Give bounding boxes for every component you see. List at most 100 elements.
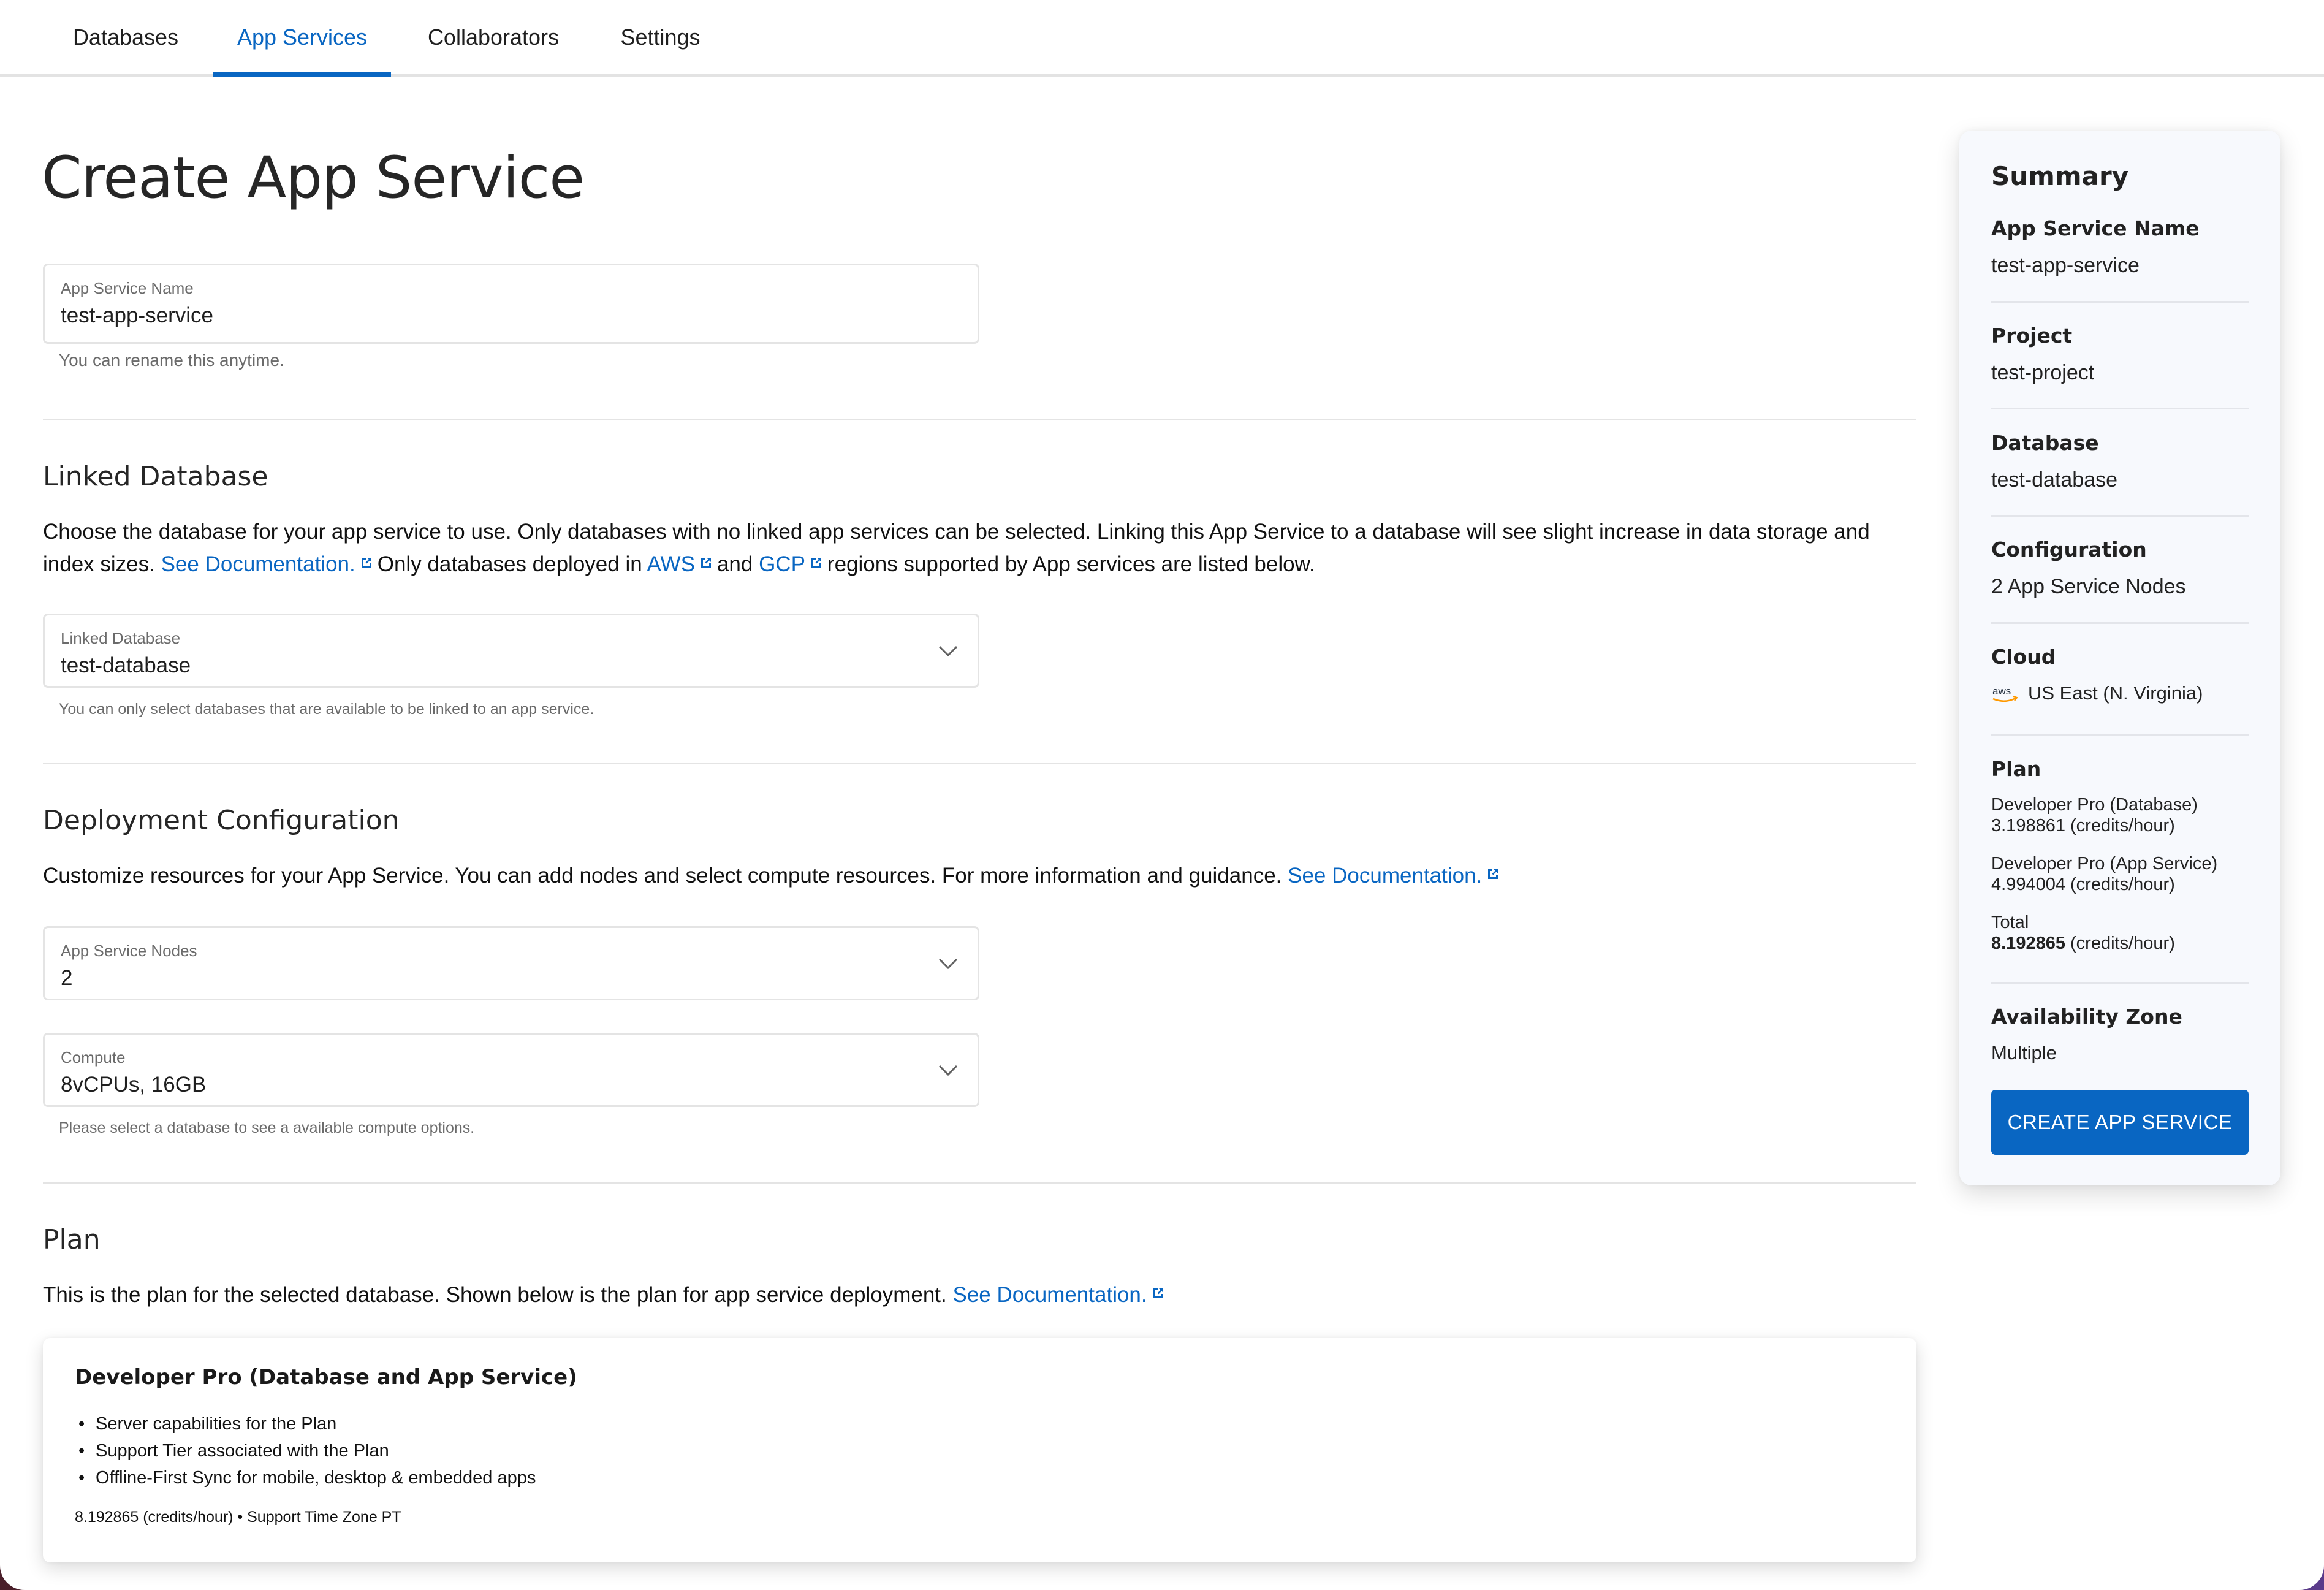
plan-description: This is the plan for the selected databa… [43,1279,1924,1311]
page-title: Create App Service [42,145,585,211]
summary-divider [1991,734,2249,736]
summary-label: Cloud [1991,645,2056,669]
summary-plan-total: Total 8.192865 (credits/hour) [1991,912,2249,954]
deployment-doc-link[interactable]: See Documentation. [1288,864,1504,888]
app-service-name-input[interactable]: App Service Name test-app-service [43,264,979,344]
plan-db-rate: 3.198861 (credits/hour) [1991,816,2175,835]
chevron-down-icon[interactable] [937,956,959,971]
summary-divider [1991,515,2249,517]
plan-card: Developer Pro (Database and App Service)… [43,1338,1916,1562]
plan-total-unit: (credits/hour) [2065,934,2175,953]
summary-app-service-name: App Service Name test-app-service [1991,216,2249,278]
summary-title: Summary [1991,161,2129,191]
plan-feature-item: Offline-First Sync for mobile, desktop &… [75,1464,536,1491]
summary-cloud-value: aws US East (N. Virginia) [1991,682,2249,706]
tab-app-services[interactable]: App Services [213,0,391,77]
summary-divider [1991,301,2249,303]
plan-title: Plan [43,1224,101,1255]
top-tab-bar: Databases App Services Collaborators Set… [0,0,2324,77]
svg-text:aws: aws [1992,685,2011,697]
tab-settings[interactable]: Settings [607,0,714,74]
summary-label: Configuration [1991,538,2147,561]
summary-plan: Plan Developer Pro (Database) 3.198861 (… [1991,757,2249,954]
external-link-icon [811,558,821,568]
app-service-nodes-label: App Service Nodes [61,941,197,960]
summary-database: Database test-database [1991,431,2249,492]
plan-feature-item: Server capabilities for the Plan [75,1410,536,1437]
deployment-description: Customize resources for your App Service… [43,859,1924,892]
chevron-down-icon[interactable] [937,1063,959,1078]
summary-cloud: Cloud aws US East (N. Virginia) [1991,645,2249,706]
linked-database-helper: You can only select databases that are a… [59,701,594,718]
linked-database-text-2: Only databases deployed in [377,552,647,576]
summary-label: Database [1991,431,2099,455]
gcp-link-label: GCP [759,552,805,576]
tab-databases[interactable]: Databases [61,0,190,74]
summary-plan-app-service: Developer Pro (App Service) 4.994004 (cr… [1991,853,2249,895]
app-service-name-helper: You can rename this anytime. [59,351,284,370]
section-divider [43,763,1916,764]
plan-app-rate: 4.994004 (credits/hour) [1991,875,2175,894]
external-link-icon [1153,1288,1163,1298]
chevron-down-icon[interactable] [937,644,959,658]
summary-label: App Service Name [1991,216,2200,240]
plan-doc-link[interactable]: See Documentation. [952,1283,1169,1307]
plan-feature-list: Server capabilities for the Plan Support… [75,1410,536,1491]
summary-value: test-project [1991,361,2095,384]
compute-helper: Please select a database to see a availa… [59,1119,475,1136]
summary-configuration: Configuration 2 App Service Nodes [1991,538,2249,599]
compute-select[interactable]: Compute 8vCPUs, 16GB [43,1033,979,1107]
cloud-region: US East (N. Virginia) [2028,682,2203,704]
plan-card-title: Developer Pro (Database and App Service) [75,1365,577,1390]
plan-text: This is the plan for the selected databa… [43,1283,953,1307]
summary-divider [1991,622,2249,624]
summary-value: Multiple [1991,1042,2057,1063]
plan-db-name: Developer Pro (Database) [1991,795,2198,815]
aws-logo-icon: aws [1992,685,2018,702]
plan-total-label: Total [1991,913,2029,932]
doc-link-label: See Documentation. [161,552,355,576]
section-divider [43,419,1916,420]
summary-label: Plan [1991,757,2041,781]
gcp-link[interactable]: GCP [759,552,827,576]
summary-divider [1991,408,2249,409]
summary-value: test-database [1991,468,2118,492]
linked-database-doc-link[interactable]: See Documentation. [161,552,378,576]
app-service-nodes-select[interactable]: App Service Nodes 2 [43,926,979,1000]
doc-link-label: See Documentation. [1288,864,1483,888]
summary-divider [1991,982,2249,984]
linked-database-field-value: test-database [61,653,191,677]
doc-link-label: See Documentation. [952,1283,1147,1307]
linked-database-description: Choose the database for your app service… [43,515,1924,580]
app-service-name-value[interactable]: test-app-service [61,303,213,328]
summary-label: Project [1991,324,2073,348]
create-app-service-button[interactable]: CREATE APP SERVICE [1991,1090,2249,1155]
section-divider [43,1182,1916,1184]
linked-database-text-3: and [716,552,759,576]
summary-value: test-app-service [1991,254,2140,277]
deployment-text: Customize resources for your App Service… [43,864,1288,888]
linked-database-text-4: regions supported by App services are li… [827,552,1315,576]
external-link-icon [361,558,371,568]
plan-feature-item: Support Tier associated with the Plan [75,1437,536,1464]
app-service-nodes-value: 2 [61,966,73,990]
summary-availability-zone: Availability Zone Multiple [1991,1005,2249,1064]
linked-database-select[interactable]: Linked Database test-database [43,614,979,688]
compute-value: 8vCPUs, 16GB [61,1073,207,1097]
summary-value: 2 App Service Nodes [1991,575,2186,598]
tab-collaborators[interactable]: Collaborators [417,0,570,74]
plan-total-value: 8.192865 [1991,934,2065,953]
linked-database-field-label: Linked Database [61,629,181,647]
summary-panel: Summary App Service Name test-app-servic… [1959,131,2280,1185]
aws-link[interactable]: AWS [647,552,717,576]
external-link-icon [701,558,711,568]
summary-project: Project test-project [1991,324,2249,385]
app-service-name-label: App Service Name [61,279,194,297]
linked-database-title: Linked Database [43,461,268,492]
external-link-icon [1488,869,1498,879]
plan-app-name: Developer Pro (App Service) [1991,854,2218,873]
compute-label: Compute [61,1048,126,1067]
aws-link-label: AWS [647,552,695,576]
plan-total-line: 8.192865 (credits/hour) [1991,933,2249,954]
summary-label: Availability Zone [1991,1005,2182,1029]
